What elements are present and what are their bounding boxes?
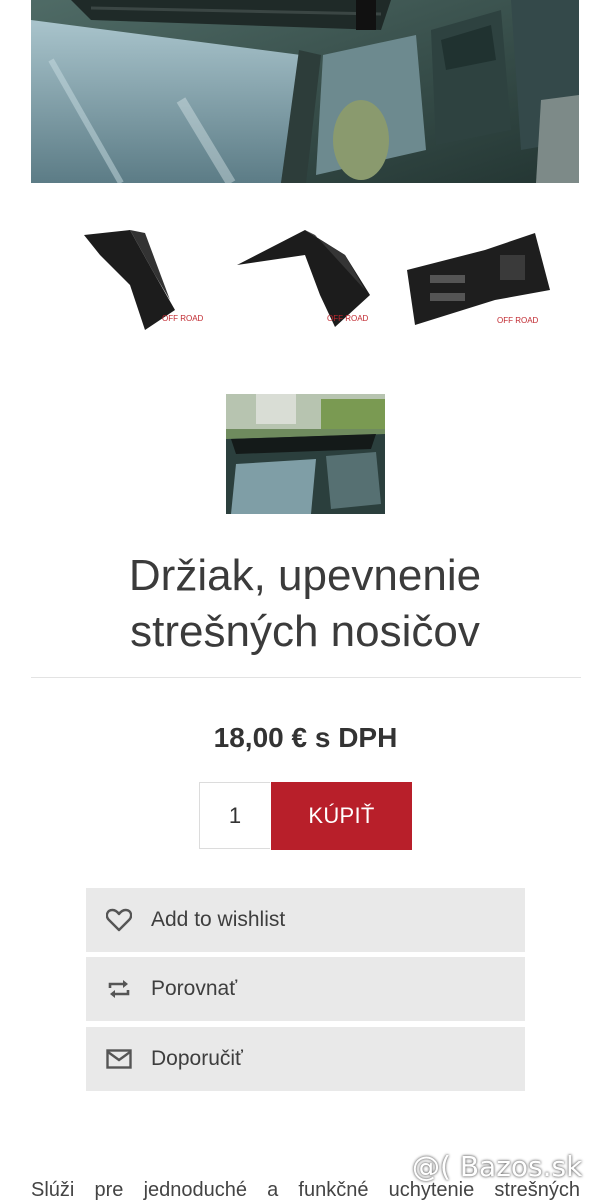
wishlist-label: Add to wishlist <box>151 908 286 931</box>
add-to-wishlist-button[interactable]: Add to wishlist <box>86 888 525 952</box>
divider <box>31 677 581 678</box>
main-photo-graphic <box>31 0 579 183</box>
thumbnail-1[interactable]: OFF ROAD <box>70 215 215 335</box>
product-main-image[interactable] <box>31 0 579 183</box>
compare-button[interactable]: Porovnať <box>86 957 525 1021</box>
thumb-1-logo: OFF ROAD <box>162 314 204 323</box>
quantity-input[interactable] <box>199 782 270 849</box>
thumbnail-strip: OFF ROAD OFF ROAD OFF ROAD <box>70 215 550 335</box>
thumbnail-4[interactable] <box>226 394 385 514</box>
recommend-button[interactable]: Doporučiť <box>86 1027 525 1091</box>
thumbnail-3[interactable]: OFF ROAD <box>405 215 550 335</box>
compare-arrows-icon <box>105 975 133 1003</box>
buy-button[interactable]: KÚPIŤ <box>271 782 412 850</box>
compare-label: Porovnať <box>151 977 238 1000</box>
thumb-3-logo: OFF ROAD <box>497 316 539 325</box>
site-watermark: @( Bazos.sk <box>412 1150 583 1183</box>
recommend-label: Doporučiť <box>151 1047 243 1070</box>
envelope-icon <box>105 1045 133 1073</box>
product-title-line-2: strešných nosičov <box>130 607 480 656</box>
heart-icon <box>105 906 133 934</box>
product-price: 18,00 € s DPH <box>213 722 398 753</box>
small-photo-graphic <box>226 394 385 514</box>
thumb-2-logo: OFF ROAD <box>327 314 369 323</box>
product-title-line-1: Držiak, upevnenie <box>128 551 482 600</box>
product-title: Držiak, upevnenie strešných nosičov <box>31 548 579 660</box>
thumbnail-2[interactable]: OFF ROAD <box>235 215 380 335</box>
